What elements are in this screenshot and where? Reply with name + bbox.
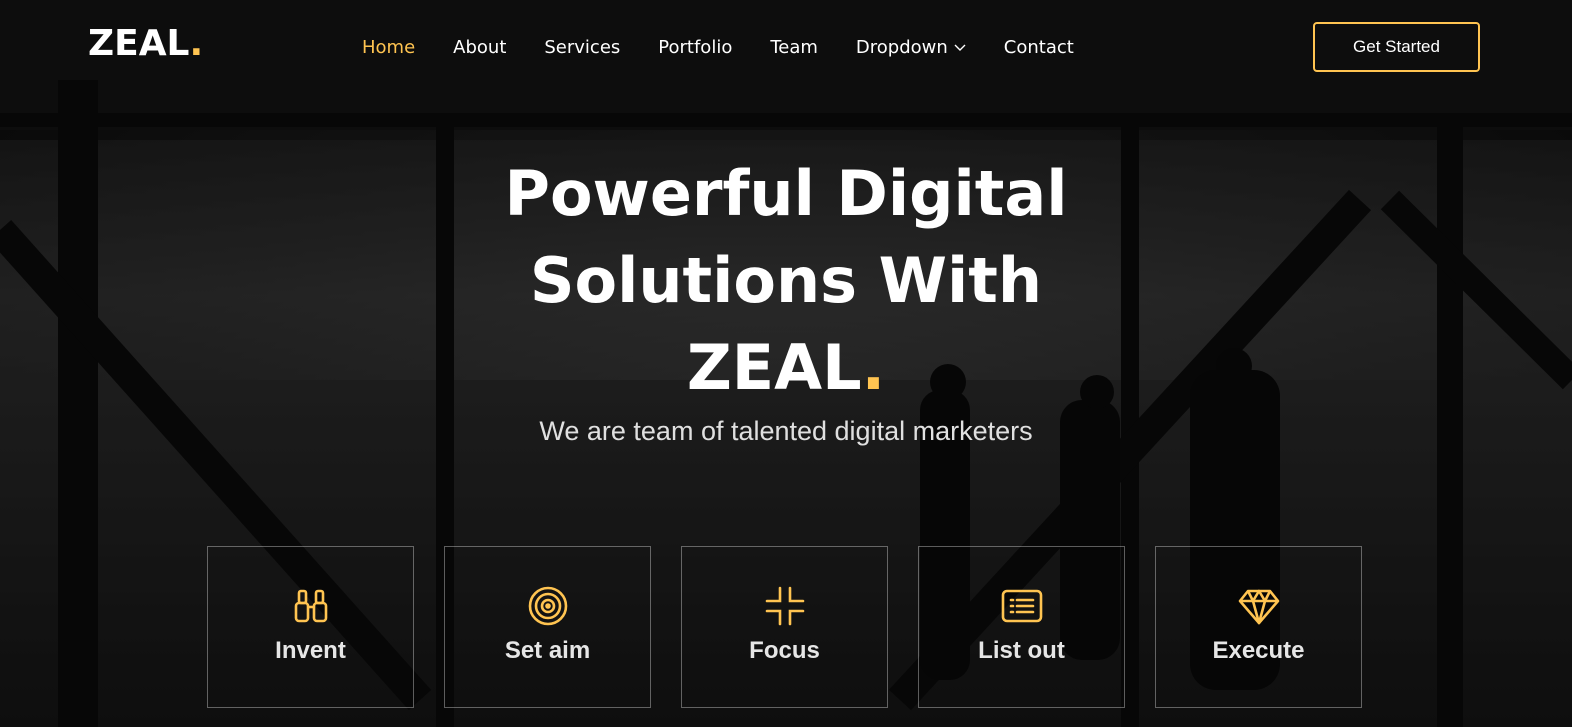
nav-portfolio[interactable]: Portfolio [658,37,732,58]
binoculars-icon [294,589,327,623]
nav-home[interactable]: Home [362,37,415,58]
logo[interactable]: ZEAL. [88,26,203,62]
feature-box-list-out[interactable]: List out [918,546,1125,708]
feature-box-set-aim[interactable]: Set aim [444,546,651,708]
hero-title: Powerful Digital Solutions With ZEAL. [504,157,1068,404]
feature-box-invent[interactable]: Invent [207,546,414,708]
chevron-down-icon [954,44,966,51]
nav-contact[interactable]: Contact [1004,37,1074,58]
feature-label: List out [978,637,1065,664]
main-nav: Home About Services Portfolio Team Dropd… [362,34,1112,60]
feature-label: Set aim [504,637,591,664]
feature-box-execute[interactable]: Execute [1155,546,1362,708]
feature-label: Focus [749,637,820,664]
nav-about[interactable]: About [453,37,506,58]
nav-services[interactable]: Services [544,37,620,58]
nav-dropdown[interactable]: Dropdown [856,37,966,58]
site-header: ZEAL. Home About Services Portfolio Team… [0,0,1572,94]
get-started-button[interactable]: Get Started [1313,22,1480,72]
nav-team[interactable]: Team [770,37,818,58]
feature-label: Invent [275,637,346,664]
gem-icon [1238,589,1279,625]
feature-box-focus[interactable]: Focus [681,546,888,708]
hero-subtitle: We are team of talented digital marketer… [539,416,1033,446]
target-icon [528,586,567,626]
feature-label: Execute [1212,637,1305,664]
list-card-icon [1001,589,1042,623]
focus-icon [765,586,804,626]
